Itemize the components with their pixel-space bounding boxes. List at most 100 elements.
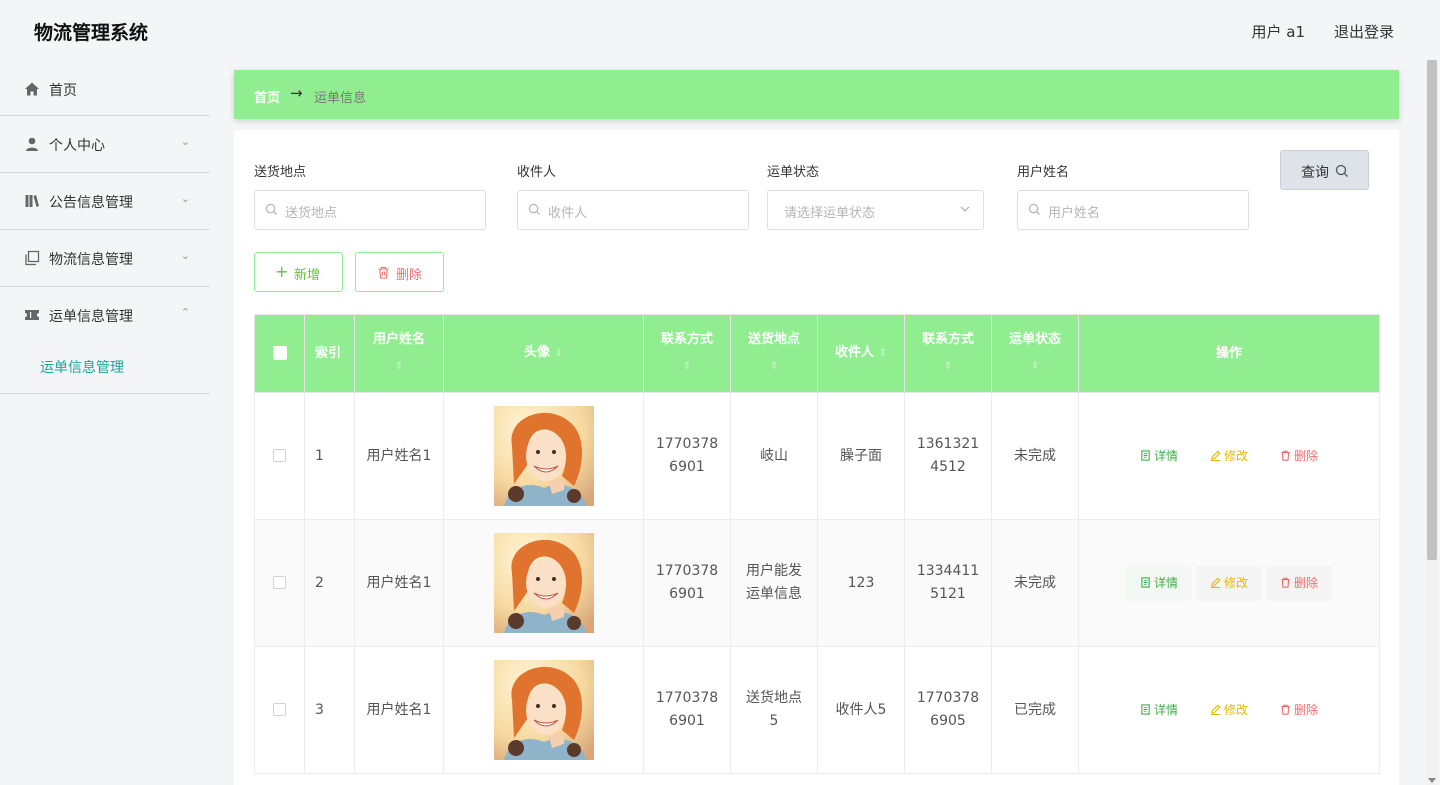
trash-icon	[1281, 704, 1290, 715]
search-icon	[1335, 164, 1348, 177]
header-operations: 操作	[1078, 314, 1380, 393]
sort-icon[interactable]: ⇕	[555, 348, 563, 359]
query-button-label: 查询	[1301, 165, 1329, 181]
cell-operations: 详情 修改 删除	[1078, 392, 1380, 520]
page-scrollbar[interactable]	[1426, 60, 1438, 785]
cell-recipient-contact-text: 13344115121	[916, 563, 980, 602]
sort-icon[interactable]: ⇕	[944, 361, 952, 372]
sidebar-subitem-label: 运单信息管理	[40, 360, 124, 376]
scrollbar-thumb[interactable]	[1427, 60, 1437, 560]
edit-icon	[1210, 704, 1221, 715]
row-select-cell	[254, 646, 305, 774]
cell-recipient-contact-text: 13613214512	[916, 436, 980, 475]
detail-button[interactable]: 详情	[1126, 693, 1192, 728]
chevron-down-icon: ⌄	[180, 192, 190, 205]
query-button[interactable]: 查询	[1280, 150, 1369, 190]
edit-button[interactable]: 修改	[1196, 439, 1262, 474]
header-address[interactable]: 送货地点 ⇕	[730, 314, 818, 393]
header-contact[interactable]: 联系方式 ⇕	[643, 314, 731, 393]
cell-status: 未完成	[991, 392, 1079, 520]
sidebar-item-notice[interactable]: 公告信息管理 ⌄	[0, 173, 210, 230]
cell-contact-text: 17703786901	[655, 690, 719, 729]
sidebar-subitem-waybill-manage[interactable]: 运单信息管理	[0, 344, 210, 394]
cell-recipient: 臊子面	[817, 392, 905, 520]
scroll-down-arrow[interactable]	[1428, 778, 1436, 783]
sidebar-item-profile[interactable]: 个人中心 ⌄	[0, 116, 210, 173]
detail-label: 详情	[1153, 575, 1178, 590]
chevron-down-icon	[960, 206, 970, 212]
header-recipient[interactable]: 收件人 ⇕	[817, 314, 905, 393]
header-recipient-contact[interactable]: 联系方式 ⇕	[904, 314, 992, 393]
sidebar-item-waybill[interactable]: 运单信息管理 ⌃	[0, 287, 210, 344]
delete-button[interactable]: 删除	[1266, 693, 1332, 728]
sort-icon[interactable]: ⇕	[683, 361, 691, 372]
cell-address-text: 送货地点5	[746, 690, 802, 729]
cell-username: 用户姓名1	[354, 519, 444, 647]
sort-icon[interactable]: ⇕	[770, 361, 778, 372]
address-search-input[interactable]: 送货地点	[254, 190, 486, 230]
current-user: 用户 a1	[1251, 23, 1305, 41]
detail-button[interactable]: 详情	[1126, 439, 1192, 474]
delete-button[interactable]: 删除	[1266, 439, 1332, 474]
cell-index: 2	[304, 519, 355, 647]
row-checkbox[interactable]	[273, 576, 286, 589]
header-status-label: 运单状态	[1008, 332, 1061, 347]
sidebar-item-logistics[interactable]: 物流信息管理 ⌄	[0, 230, 210, 287]
table-row: 2 用户姓名1 17703786901 用户能发运单信息 123 13344115121 未…	[254, 519, 1380, 647]
detail-button[interactable]: 详情	[1125, 565, 1192, 601]
cell-username: 用户姓名1	[354, 646, 444, 774]
document-icon	[1141, 449, 1150, 461]
username-search-input[interactable]: 用户姓名	[1017, 190, 1249, 230]
recipient-search-input[interactable]: 收件人	[517, 190, 749, 230]
sidebar-item-label: 个人中心	[49, 138, 105, 154]
delete-label: 删除	[1294, 448, 1319, 463]
row-checkbox[interactable]	[273, 449, 286, 462]
sidebar-item-label: 运单信息管理	[49, 309, 133, 325]
sort-icon[interactable]: ⇕	[879, 348, 887, 359]
address-placeholder: 送货地点	[285, 206, 338, 221]
breadcrumb-home[interactable]: 首页	[254, 87, 280, 106]
cell-contact-text: 17703786901	[655, 436, 719, 475]
cell-recipient-contact-text: 17703786905	[916, 690, 980, 729]
delete-label: 删除	[1294, 575, 1319, 590]
select-all-checkbox[interactable]	[272, 346, 287, 360]
row-checkbox[interactable]	[273, 703, 286, 716]
add-button[interactable]: + 新增	[254, 252, 343, 292]
copy-icon	[25, 250, 40, 266]
search-icon	[528, 203, 541, 216]
cell-status: 已完成	[991, 646, 1079, 774]
status-placeholder: 请选择运单状态	[784, 206, 876, 221]
header-avatar[interactable]: 头像 ⇕	[443, 314, 644, 393]
cell-contact: 17703786901	[643, 646, 731, 774]
search-icon	[1028, 203, 1041, 216]
cell-recipient-contact: 17703786905	[904, 646, 992, 774]
sidebar-item-label: 公告信息管理	[49, 195, 133, 211]
cell-index: 1	[304, 392, 355, 520]
edit-icon	[1210, 577, 1221, 588]
sort-icon[interactable]: ⇕	[395, 361, 403, 372]
cell-operations: 详情 修改 删除	[1078, 646, 1380, 774]
chevron-down-icon: ⌄	[180, 249, 190, 262]
header-username[interactable]: 用户姓名 ⇕	[354, 314, 444, 393]
sort-icon[interactable]: ⇕	[1031, 361, 1039, 372]
status-select[interactable]: 请选择运单状态	[767, 190, 984, 230]
sidebar-item-label: 首页	[49, 83, 77, 99]
edit-button[interactable]: 修改	[1195, 565, 1262, 601]
cell-status: 未完成	[991, 519, 1079, 647]
chevron-down-icon: ⌄	[180, 135, 190, 148]
recipient-placeholder: 收件人	[548, 206, 588, 221]
top-header: 物流管理系统 用户 a1 退出登录	[0, 0, 1440, 60]
batch-delete-button[interactable]: 删除	[355, 252, 444, 292]
header-username-label: 用户姓名	[372, 332, 425, 347]
user-icon	[26, 137, 38, 151]
sidebar-item-home[interactable]: 首页	[0, 60, 210, 116]
delete-button[interactable]: 删除	[1266, 565, 1333, 601]
app-title: 物流管理系统	[34, 22, 149, 44]
row-select-cell	[254, 392, 305, 520]
edit-button[interactable]: 修改	[1196, 693, 1262, 728]
logout-link[interactable]: 退出登录	[1334, 21, 1394, 42]
home-icon	[25, 82, 39, 96]
sidebar-item-label: 物流信息管理	[49, 252, 133, 268]
header-status[interactable]: 运单状态 ⇕	[991, 314, 1079, 393]
username-placeholder: 用户姓名	[1048, 206, 1101, 221]
